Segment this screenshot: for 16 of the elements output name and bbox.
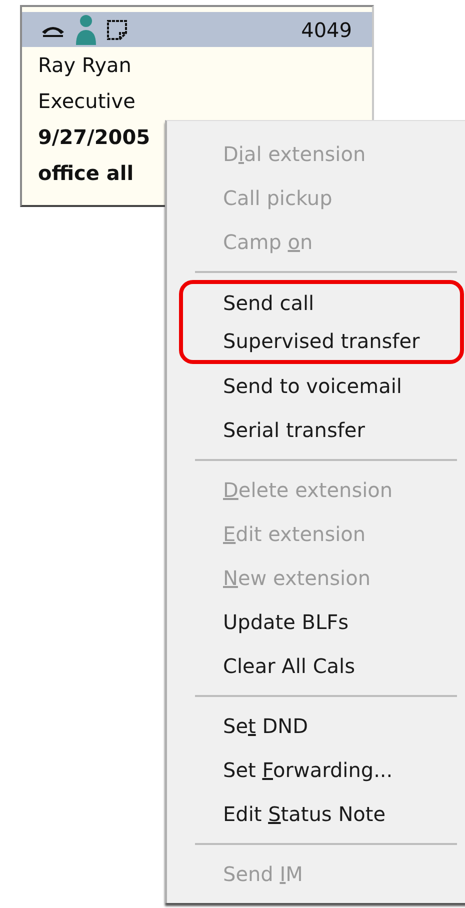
menu-item[interactable]: Send call — [183, 284, 460, 322]
menu-item[interactable]: Set DND — [167, 704, 465, 748]
card-text: Ray Ryan — [38, 52, 132, 79]
note-icon — [106, 18, 128, 40]
menu-item[interactable]: Set Forwarding... — [167, 748, 465, 792]
menu-item[interactable]: Send to voicemail — [167, 364, 465, 408]
menu-item[interactable]: Serial transfer — [167, 408, 465, 452]
card-text: Executive — [38, 88, 136, 115]
menu-item[interactable]: Update BLFs — [167, 600, 465, 644]
card-text: 9/27/2005 — [38, 124, 150, 151]
person-icon — [74, 14, 98, 46]
card-text: office all — [38, 160, 134, 187]
menu-item[interactable]: Supervised transfer — [183, 322, 460, 360]
extension-number: 4049 — [301, 18, 352, 42]
menu-item[interactable]: Edit Status Note — [167, 792, 465, 836]
menu-item[interactable]: Clear All Cals — [167, 644, 465, 688]
